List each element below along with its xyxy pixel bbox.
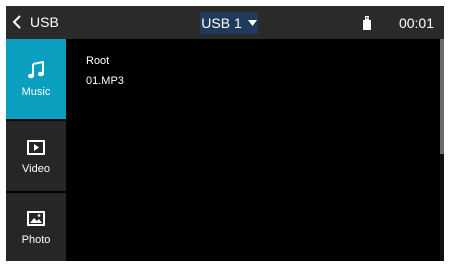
usb-drive-icon	[362, 16, 371, 30]
media-player-screen: USB USB 1 00:01 Music Video Photo Root 0…	[6, 6, 444, 261]
sidebar-item-label: Video	[22, 163, 50, 175]
sidebar-item-photo[interactable]: Photo	[6, 193, 66, 261]
status-area: 00:01	[362, 13, 434, 33]
sidebar: Music Video Photo	[6, 39, 66, 261]
sidebar-item-label: Music	[21, 86, 51, 98]
usb-source-value: USB 1	[201, 15, 242, 31]
file-list: Root 01.MP3	[66, 39, 440, 261]
clock: 00:01	[398, 15, 434, 31]
scrollbar-thumb[interactable]	[440, 39, 444, 154]
photo-icon	[27, 208, 45, 228]
usb-source-dropdown[interactable]: USB 1	[200, 12, 258, 34]
top-bar: USB USB 1 00:01	[6, 6, 444, 39]
back-button[interactable]: USB	[12, 12, 59, 32]
sidebar-item-label: Photo	[21, 234, 51, 246]
sidebar-item-video[interactable]: Video	[6, 121, 66, 191]
folder-item-root[interactable]: Root	[86, 55, 109, 67]
file-item[interactable]: 01.MP3	[86, 75, 124, 87]
music-note-icon	[28, 60, 44, 80]
chevron-left-icon	[12, 15, 21, 29]
video-icon	[27, 137, 45, 157]
back-label: USB	[30, 14, 59, 30]
caret-down-icon	[247, 20, 257, 26]
sidebar-item-music[interactable]: Music	[6, 39, 66, 119]
